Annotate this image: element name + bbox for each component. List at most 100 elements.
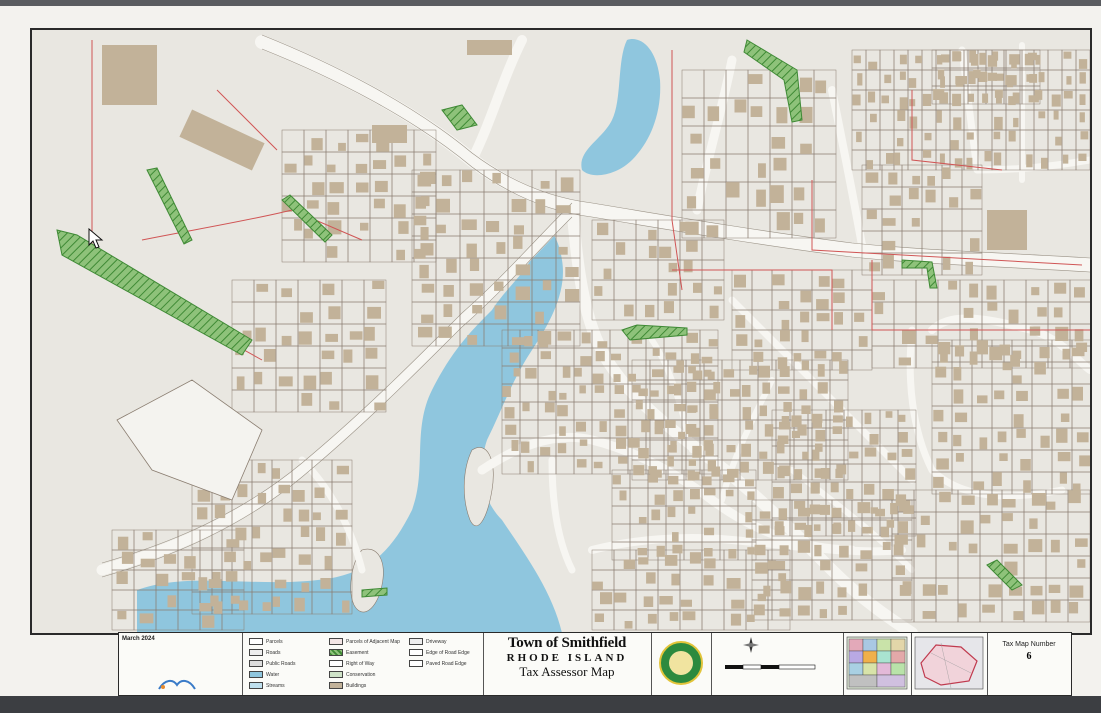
building <box>852 94 861 106</box>
building <box>915 55 922 64</box>
building <box>613 374 621 382</box>
building <box>373 198 385 209</box>
building <box>278 484 290 494</box>
building <box>977 395 988 404</box>
building <box>745 529 754 538</box>
building <box>1016 428 1026 438</box>
legend-item: Parcels <box>249 638 283 645</box>
building <box>659 596 673 605</box>
building <box>502 385 511 397</box>
map-canvas[interactable] <box>32 30 1090 633</box>
building <box>525 367 537 379</box>
legend-item: Water <box>249 671 279 678</box>
building <box>835 468 843 479</box>
building <box>797 540 811 553</box>
building <box>987 302 998 311</box>
building <box>535 199 546 214</box>
building <box>373 160 387 169</box>
building <box>1040 435 1050 448</box>
building <box>365 375 379 390</box>
building <box>443 285 454 297</box>
building <box>949 197 959 208</box>
building <box>167 595 177 608</box>
building <box>1076 342 1088 352</box>
building <box>778 386 790 394</box>
building <box>941 54 950 63</box>
building <box>393 204 406 218</box>
building <box>544 402 555 413</box>
building <box>616 438 627 449</box>
building <box>982 604 995 613</box>
building <box>856 131 862 143</box>
building <box>316 527 326 541</box>
index-map-inset <box>843 633 912 695</box>
legend-label: Roads <box>266 649 281 656</box>
building <box>436 224 446 234</box>
building <box>1029 518 1038 529</box>
building <box>790 483 802 494</box>
building <box>778 301 790 310</box>
building <box>252 526 261 539</box>
building <box>958 603 967 618</box>
building <box>650 390 659 397</box>
building <box>663 301 674 314</box>
building <box>580 356 592 366</box>
building <box>372 280 385 289</box>
building <box>612 475 621 485</box>
legend-label: Driveway <box>426 638 447 645</box>
building <box>954 345 965 357</box>
building <box>615 425 627 437</box>
building <box>648 474 658 483</box>
tax-map[interactable] <box>30 28 1092 635</box>
building <box>837 587 847 598</box>
building <box>522 402 530 412</box>
building <box>809 504 821 515</box>
building <box>1051 94 1061 107</box>
building <box>413 215 427 226</box>
building <box>597 341 608 348</box>
building <box>862 526 873 534</box>
building <box>1079 455 1090 467</box>
building <box>511 199 527 213</box>
building <box>773 487 784 499</box>
building <box>758 163 766 178</box>
building <box>262 602 271 611</box>
building <box>680 599 692 607</box>
building <box>565 267 579 277</box>
building <box>298 331 312 345</box>
building <box>682 611 696 621</box>
building <box>645 304 655 318</box>
building <box>342 600 350 613</box>
building <box>592 373 604 384</box>
building <box>1074 329 1084 342</box>
building <box>593 461 603 469</box>
building <box>831 507 842 518</box>
building <box>336 532 346 546</box>
building <box>283 508 292 522</box>
building <box>254 371 263 385</box>
building <box>1062 348 1070 360</box>
building <box>272 596 280 607</box>
building <box>894 152 901 166</box>
building <box>638 517 647 524</box>
building <box>597 222 609 236</box>
building <box>986 285 997 300</box>
building <box>916 534 926 548</box>
building <box>942 256 951 270</box>
building <box>973 69 981 79</box>
building <box>963 307 974 318</box>
building <box>898 357 911 366</box>
building <box>899 71 906 80</box>
legend-swatch <box>329 638 343 645</box>
building <box>654 427 663 435</box>
legend-swatch <box>409 649 423 656</box>
building <box>899 97 908 110</box>
building <box>953 52 962 61</box>
building <box>142 532 153 541</box>
building <box>298 509 310 522</box>
legend-swatch <box>409 638 423 645</box>
building <box>923 150 932 158</box>
building <box>300 312 313 323</box>
building <box>1059 472 1067 484</box>
building <box>638 388 648 397</box>
